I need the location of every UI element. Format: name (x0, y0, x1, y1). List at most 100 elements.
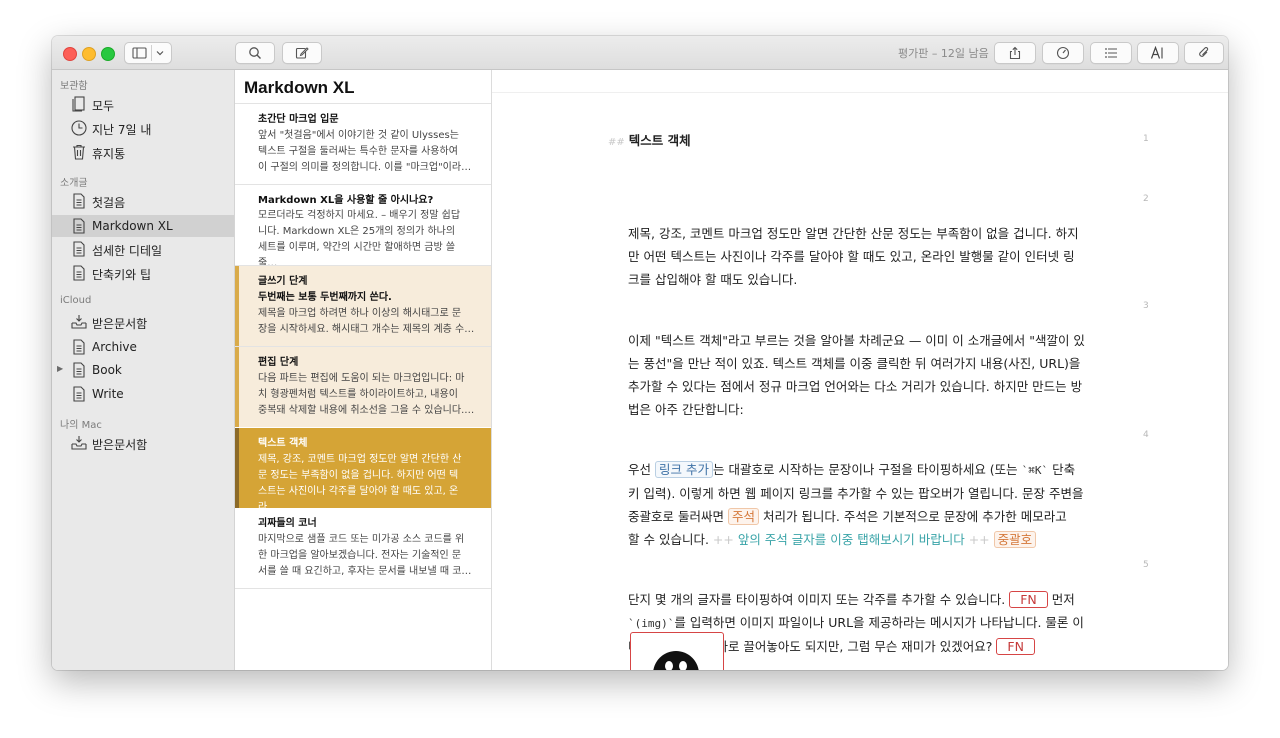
sidebar-item-shortcuts-tips[interactable]: 단축키와 팁 (52, 262, 234, 284)
sidebar-item-label: 섬세한 디테일 (92, 244, 163, 258)
sheet-item[interactable]: 편집 단계 다음 파트는 편집에 도움이 되는 마크업입니다: 마 치 형광펜처… (235, 347, 491, 427)
image-thumbnail (653, 651, 699, 670)
section-header-my-mac: 나의 Mac (60, 420, 102, 431)
list-icon (1105, 48, 1117, 58)
text-run: 단축 (1048, 462, 1076, 477)
sheet-item-selected[interactable]: 텍스트 객체 제목, 강조, 코멘트 마크업 정도만 알면 간단한 산 문 정도… (235, 428, 491, 513)
new-sheet-button[interactable] (282, 42, 322, 64)
line-number: 1 (1143, 134, 1149, 144)
paragraph-2[interactable]: 제목, 강조, 코멘트 마크업 정도만 알면 간단한 산문 정도는 부족함이 없… (628, 222, 1096, 291)
disclosure-triangle-icon[interactable]: ▶ (57, 364, 63, 373)
sheet-excerpt-line: 다음 파트는 편집에 도움이 되는 마크업입니다: 마 (258, 373, 465, 384)
sheet-excerpt-line: 모르더라도 걱정하지 마세요. – 배우기 정말 쉽답 (258, 210, 461, 221)
outline-button[interactable] (1090, 42, 1132, 64)
sidebar-item-label: 받은문서함 (92, 438, 148, 452)
sidebar-item-label: Markdown XL (92, 219, 173, 233)
sidebar-item-markdown-xl[interactable]: Markdown XL (52, 215, 234, 237)
annotation-text-object[interactable]: 주석 (727, 508, 759, 525)
line-number: 5 (1143, 560, 1149, 570)
sheet-excerpt-line: 제목을 마크업 하려면 하나 이상의 해시태그로 문 (258, 308, 462, 319)
trash-icon (73, 144, 85, 160)
sidebar-item-write[interactable]: Write (52, 383, 234, 405)
sheet-excerpt-line: 마지막으로 샘플 코드 또는 미가공 소스 코드를 위 (258, 534, 465, 545)
sheet-excerpt-line: 니다. Markdown XL은 25개의 정의가 하나의 (258, 226, 456, 237)
section-header-icloud: iCloud (60, 295, 92, 306)
sidebar-item-first-steps[interactable]: 첫걸음 (52, 190, 234, 212)
zoom-window-button[interactable] (101, 47, 115, 61)
inbox-icon (71, 315, 87, 329)
text-run: 먼저 (1047, 592, 1075, 607)
footnote-text-object[interactable]: FN (1009, 591, 1048, 608)
library-sidebar: 보관함 모두 지난 7일 내 휴지통 소개글 첫걸음 Markdown XL 섬… (52, 70, 235, 670)
goals-button[interactable] (1042, 42, 1084, 64)
compose-icon (295, 47, 309, 59)
share-button[interactable] (994, 42, 1036, 64)
sidebar-item-archive[interactable]: Archive (52, 336, 234, 358)
sheet-excerpt-line: 치 형광펜처럼 텍스트를 하이라이트하고, 내용이 (258, 389, 458, 400)
app-window: 평가판 – 12일 남음 보관함 모두 지난 7일 내 휴지통 소개글 첫걸음 … (52, 36, 1228, 670)
text-line: 크를 삽입해야 할 때도 있습니다. (628, 272, 798, 287)
gauge-icon (1056, 46, 1070, 60)
paragraph-3[interactable]: 이제 "텍스트 객체"라고 부르는 것을 알아볼 차례군요 — 이미 이 소개글… (628, 329, 1096, 421)
segment-divider (151, 45, 152, 61)
footnote-text-object[interactable]: FN (996, 638, 1035, 655)
minimize-window-button[interactable] (82, 47, 96, 61)
sheet-item[interactable]: 글쓰기 단계 두번째는 보통 두번째까지 쓴다. 제목을 마크업 하려면 하나 … (235, 266, 491, 346)
sheet-excerpt-line: 중복돼 삭제할 내용에 취소선을 그을 수 있습니다.… (258, 405, 475, 416)
text-run: 를 입력하면 이미지 파일이나 URL을 제공하라는 메시지가 나타납니다. 물… (674, 615, 1084, 630)
text-run: 중괄호로 둘러싸면 (628, 509, 728, 524)
close-window-button[interactable] (63, 47, 77, 61)
image-text-object[interactable] (630, 632, 724, 670)
comment-markup: ++ (712, 532, 734, 547)
document-icon (73, 241, 85, 257)
paragraph-4[interactable]: 우선 링크 추가 는 대괄호로 시작하는 문장이나 구절을 타이핑하세요 (또는 … (628, 458, 1096, 551)
text-line: 키 입력). 이렇게 하면 웹 페이지 링크를 추가할 수 있는 팝오버가 열립… (628, 486, 1084, 501)
sidebar-item-label: 휴지통 (92, 147, 126, 161)
text-editor[interactable]: ## 텍스트 객체 1 제목, 강조, 코멘트 마크업 정도만 알면 간단한 산문… (492, 70, 1228, 670)
text-run: 우선 (628, 462, 655, 477)
sheet-item[interactable]: Markdown XL을 사용할 줄 아시나요? 모르더라도 걱정하지 마세요.… (235, 185, 491, 269)
sheet-title: Markdown XL을 사용할 줄 아시나요? (258, 195, 434, 206)
sheet-subtitle: 두번째는 보통 두번째까지 쓴다. (258, 292, 392, 303)
sidebar-item-last-7-days[interactable]: 지난 7일 내 (52, 117, 234, 139)
divider (235, 588, 491, 589)
section-header-library: 보관함 (60, 81, 88, 92)
heading-paragraph[interactable]: ## 텍스트 객체 (608, 130, 691, 149)
text-run: 는 대괄호로 시작하는 문장이나 구절을 타이핑하세요 (또는 (712, 462, 1022, 477)
sidebar-item-mac-inbox[interactable]: 받은문서함 (52, 432, 234, 454)
sheet-item[interactable]: 괴짜들의 코너 마지막으로 샘플 코드 또는 미가공 소스 코드를 위 한 마크… (235, 508, 491, 588)
sheet-item[interactable]: 초간단 마크업 입문 앞서 "첫걸음"에서 이야기한 것 같이 Ulysses는… (235, 104, 491, 184)
annotation-text-object[interactable]: 중괄호 (993, 531, 1037, 548)
search-button[interactable] (235, 42, 275, 64)
sidebar-item-fine-details[interactable]: 섬세한 디테일 (52, 238, 234, 260)
sheet-title: 초간단 마크업 입문 (258, 114, 339, 125)
sheet-title: 편집 단계 (258, 357, 299, 368)
attachments-button[interactable] (1184, 42, 1224, 64)
text-line: 우선 링크 추가 는 대괄호로 시작하는 문장이나 구절을 타이핑하세요 (또는 … (628, 458, 1096, 482)
sheet-excerpt-line: 한 마크업을 알아보겠습니다. 전자는 기술적인 문 (258, 550, 462, 561)
text-run: 할 수 있습니다. (628, 532, 713, 547)
sidebar-toggle-button[interactable] (124, 42, 172, 64)
sidebar-item-icloud-inbox[interactable]: 받은문서함 (52, 311, 234, 333)
line-number: 4 (1143, 430, 1149, 440)
paperclip-icon (1199, 47, 1209, 57)
editor-top-divider (492, 92, 1228, 93)
heading-markup: ## (608, 137, 625, 148)
line-number: 3 (1143, 301, 1149, 311)
sidebar-item-book[interactable]: ▶ Book (52, 359, 234, 381)
trial-status: 평가판 – 12일 남음 (898, 47, 989, 60)
sidebar-item-all[interactable]: 모두 (52, 93, 234, 115)
sidebar-item-trash[interactable]: 휴지통 (52, 141, 234, 163)
text-line: 중괄호로 둘러싸면 주석 처리가 됩니다. 주석은 기본적으로 문장에 추가한 … (628, 505, 1096, 528)
sidebar-item-label: 단축키와 팁 (92, 268, 152, 282)
sidebar-item-label: Book (92, 363, 122, 377)
sheet-title: 텍스트 객체 (258, 438, 308, 449)
sheet-excerpt-line: 문 정도는 부족함이 없을 겁니다. 하지만 어떤 텍 (258, 470, 459, 481)
text-line: 법은 아주 간단합니다: (628, 402, 744, 417)
typography-button[interactable] (1137, 42, 1179, 64)
line-number: 2 (1143, 194, 1149, 204)
comment-markup: ++ (968, 532, 990, 547)
document-icon (73, 265, 85, 281)
link-text-object[interactable]: 링크 추가 (654, 461, 713, 478)
sidebar-item-label: Archive (92, 340, 137, 354)
